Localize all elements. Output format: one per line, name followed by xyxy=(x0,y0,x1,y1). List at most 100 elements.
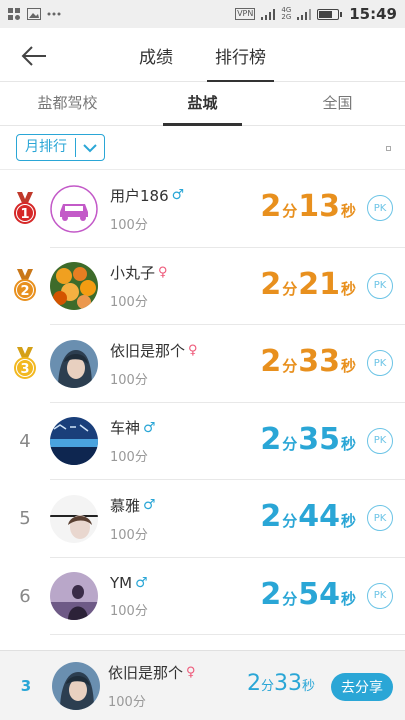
avatar[interactable] xyxy=(50,185,98,233)
pk-button[interactable]: PK xyxy=(367,272,393,299)
male-icon: ♂ xyxy=(143,419,156,436)
time-minutes-unit: 分 xyxy=(260,679,274,694)
tab-national[interactable]: 全国 xyxy=(270,82,405,125)
my-user-name: 依旧是那个 xyxy=(108,663,184,682)
pk-button[interactable]: PK xyxy=(367,350,393,376)
user-score: 100分 xyxy=(110,217,148,233)
phone-avatar-icon xyxy=(50,417,98,466)
car-avatar-icon xyxy=(50,185,98,233)
rank-number: 3 xyxy=(20,362,29,377)
avatar[interactable] xyxy=(50,262,98,311)
user-name-line: 车神 ♂ xyxy=(110,417,260,438)
rank-cell: 3 xyxy=(0,346,50,381)
status-right: VPN 4G 2G 15:49 xyxy=(235,5,397,23)
rank-cell: 5 xyxy=(0,508,50,529)
battery-icon xyxy=(317,8,343,20)
user-name-line: 依旧是那个 ♀ xyxy=(110,340,260,361)
user-name-line: 用户186 ♂ xyxy=(110,185,260,206)
region-tabs: 盐都驾校 盐城 全国 xyxy=(0,82,405,126)
time-seconds-unit: 秒 xyxy=(340,202,356,220)
tab-leaderboard[interactable]: 排行榜 xyxy=(207,28,274,82)
user-name: 用户186 xyxy=(110,186,169,205)
user-score: 100分 xyxy=(110,527,148,543)
time-seconds: 44 xyxy=(298,499,340,534)
finish-time: 2 分 33 秒 xyxy=(260,325,357,403)
more-dots-icon xyxy=(47,12,61,16)
time-minutes-unit: 分 xyxy=(282,202,298,220)
time-seconds: 33 xyxy=(273,671,302,696)
list-item[interactable]: 6 YM ♂ 100分 2 分 54 秒 PK xyxy=(0,558,405,636)
list-item[interactable]: 5 慕雅 ♂ 100分 2 分 44 秒 PK xyxy=(0,480,405,558)
avatar[interactable] xyxy=(50,572,98,621)
rank-number: 4 xyxy=(19,430,31,452)
user-score: 100分 xyxy=(110,450,148,466)
indicator-square-icon xyxy=(386,146,391,151)
list-item[interactable]: 2 小丸子 ♀ 100分 2 分 21 秒 PK xyxy=(0,248,405,326)
avatar[interactable] xyxy=(50,494,98,543)
my-user-score: 100分 xyxy=(108,694,146,710)
user-info: 慕雅 ♂ 100分 xyxy=(110,495,260,543)
tab-yandu-school[interactable]: 盐都驾校 xyxy=(0,82,135,125)
user-name: 小丸子 xyxy=(110,264,156,283)
time-seconds-unit: 秒 xyxy=(340,279,356,298)
share-button[interactable]: 去分享 xyxy=(331,673,393,701)
time-minutes: 2 xyxy=(260,189,282,224)
finish-time: 2 分 54 秒 xyxy=(260,558,357,636)
time-seconds-unit: 秒 xyxy=(340,434,356,453)
period-dropdown-label: 月排行 xyxy=(17,138,76,157)
list-item[interactable]: 3 依旧是那个 ♀ 100分 2 分 33 秒 PK xyxy=(0,325,405,403)
user-name-line: 小丸子 ♀ xyxy=(110,262,260,283)
tab-results[interactable]: 成绩 xyxy=(133,28,179,82)
rank-cell: 4 xyxy=(0,431,50,452)
pk-button[interactable]: PK xyxy=(367,427,393,454)
signal-icon-2 xyxy=(297,8,312,20)
status-bar: VPN 4G 2G 15:49 xyxy=(0,0,405,28)
pk-button[interactable]: PK xyxy=(367,582,393,609)
avatar[interactable] xyxy=(50,417,98,466)
user-info: 依旧是那个 ♀ 100分 xyxy=(110,340,260,388)
time-minutes: 2 xyxy=(260,266,282,302)
time-minutes-unit: 分 xyxy=(282,434,298,453)
girl-avatar-icon xyxy=(50,494,98,543)
leaderboard-list: 1 用户186 ♂ 100分 2 分 13 秒 PK 2 小丸子 ♀ 100分 … xyxy=(0,170,405,635)
time-minutes-unit: 分 xyxy=(282,589,298,608)
image-notification-icon xyxy=(27,8,41,20)
notification-grid-icon xyxy=(8,7,21,21)
my-finish-time: 2 分 33 秒 xyxy=(247,671,315,696)
rank-number: 2 xyxy=(20,284,29,299)
time-minutes: 2 xyxy=(246,671,261,696)
time-seconds-unit: 秒 xyxy=(301,679,315,694)
status-left xyxy=(8,7,61,21)
my-user-info: 依旧是那个 ♀ 100分 xyxy=(108,662,228,710)
male-icon: ♂ xyxy=(143,497,156,514)
bronze-medal-icon: 3 xyxy=(14,346,36,379)
male-icon: ♂ xyxy=(171,187,185,204)
my-rank-cell: 3 xyxy=(0,677,52,695)
pk-button[interactable]: PK xyxy=(367,195,393,221)
my-rank-number: 3 xyxy=(20,676,32,695)
period-dropdown[interactable]: 月排行 xyxy=(16,134,105,161)
avatar[interactable] xyxy=(50,339,98,388)
tab-yancheng[interactable]: 盐城 xyxy=(135,82,270,126)
rank-number: 1 xyxy=(20,207,29,222)
pk-button[interactable]: PK xyxy=(367,505,393,531)
my-avatar[interactable] xyxy=(52,661,100,710)
rank-cell: 6 xyxy=(0,586,50,607)
silver-medal-icon: 2 xyxy=(14,269,36,302)
user-score: 100分 xyxy=(110,372,148,388)
time-minutes: 2 xyxy=(260,499,282,534)
my-name-line: 依旧是那个 ♀ xyxy=(108,662,228,683)
list-item[interactable]: 1 用户186 ♂ 100分 2 分 13 秒 PK xyxy=(0,170,405,248)
my-rank-bar: 3 依旧是那个 ♀ 100分 2 分 33 秒 去分享 xyxy=(0,650,405,720)
female-icon: ♀ xyxy=(158,265,168,281)
back-button[interactable] xyxy=(18,42,50,70)
male-icon: ♂ xyxy=(135,574,148,591)
user-score: 100分 xyxy=(110,295,148,311)
clock: 15:49 xyxy=(349,5,397,23)
fruit-avatar-icon xyxy=(50,262,98,311)
time-seconds: 54 xyxy=(298,576,340,612)
finish-time: 2 分 21 秒 xyxy=(260,248,357,326)
rank-number: 5 xyxy=(19,508,31,530)
list-item[interactable]: 4 车神 ♂ 100分 2 分 35 秒 PK xyxy=(0,403,405,481)
user-name: 车神 xyxy=(110,419,141,438)
